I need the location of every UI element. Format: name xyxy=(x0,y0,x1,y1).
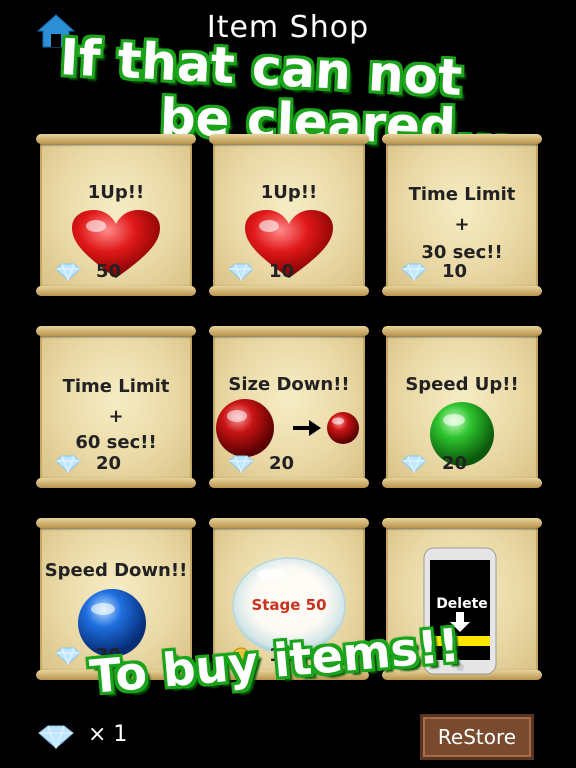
item-label-line1: Time Limit xyxy=(408,184,516,205)
price: 10 xyxy=(400,261,467,282)
item-card-speed-up[interactable]: Speed Up!! 20 xyxy=(382,326,542,488)
item-label: 1Up!! xyxy=(87,182,145,203)
item-card-time-60[interactable]: Time Limit + 60 sec!! 20 xyxy=(36,326,196,488)
diamond-icon xyxy=(228,455,254,473)
item-label: Speed Up!! xyxy=(405,374,519,395)
item-label-line2: + xyxy=(108,406,124,427)
price: 20 xyxy=(54,453,121,474)
gem-count: × 1 xyxy=(88,722,128,747)
item-label-line2: + xyxy=(454,214,470,235)
item-card-size-down[interactable]: Size Down!! 20 xyxy=(209,326,369,488)
item-label: 1Up!! xyxy=(260,182,318,203)
diamond-icon xyxy=(401,263,427,281)
price: 50 xyxy=(54,261,121,282)
diamond-icon xyxy=(38,725,74,750)
item-card-time-30[interactable]: Time Limit + 30 sec!! 10 xyxy=(382,134,542,296)
item-label: Speed Down!! xyxy=(44,560,188,581)
item-card-1up-10[interactable]: 1Up!! 10 xyxy=(209,134,369,296)
item-label: Size Down!! xyxy=(228,374,350,395)
item-label-line3: 60 sec!! xyxy=(75,432,157,453)
item-card-1up-50[interactable]: 1Up!! 50 xyxy=(36,134,196,296)
diamond-icon xyxy=(401,455,427,473)
price: 20 xyxy=(227,453,294,474)
stage-label: Stage 50 xyxy=(251,596,327,614)
restore-button[interactable]: ReStore xyxy=(420,714,534,760)
item-label-line1: Time Limit xyxy=(62,376,170,397)
diamond-icon xyxy=(228,263,254,281)
item-label-line3: 30 sec!! xyxy=(421,242,503,263)
diamond-icon xyxy=(55,455,81,473)
shrink-ball-icon xyxy=(216,399,359,457)
price: 20 xyxy=(400,453,467,474)
price: 10 xyxy=(227,261,294,282)
diamond-icon xyxy=(55,263,81,281)
delete-label: Delete xyxy=(436,596,488,612)
diamond-icon xyxy=(55,647,81,665)
